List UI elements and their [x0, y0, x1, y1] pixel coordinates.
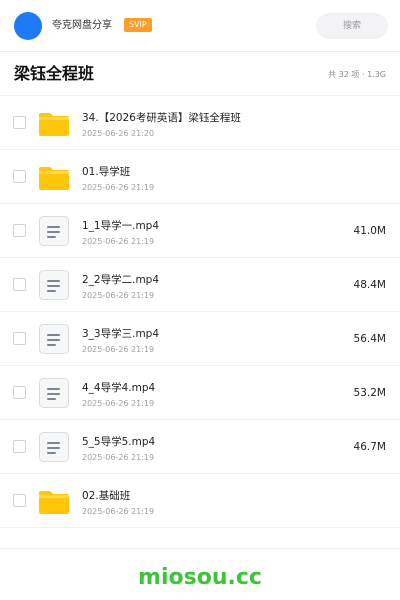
file-size: 41.0M	[353, 225, 386, 237]
file-row[interactable]: 1_1导学一.mp4 2025-06-26 21:19 41.0M	[0, 204, 400, 258]
file-date: 2025-06-26 21:20	[82, 129, 155, 138]
select-checkbox[interactable]	[13, 224, 26, 237]
file-name: 34.【2026考研英语】梁钰全程班	[82, 112, 241, 124]
folder-icon	[38, 108, 70, 138]
file-date: 2025-06-26 21:19	[82, 345, 155, 354]
video-file-icon	[38, 270, 70, 300]
select-checkbox[interactable]	[13, 116, 26, 129]
file-row[interactable]: 5_5导学5.mp4 2025-06-26 21:19 46.7M	[0, 420, 400, 474]
video-file-icon	[38, 216, 70, 246]
file-name: 3_3导学三.mp4	[82, 328, 160, 340]
folder-title-bar: 梁钰全程班 共 32 项 · 1.3G	[0, 52, 400, 96]
file-name: 01.导学班	[82, 166, 131, 178]
avatar[interactable]	[14, 12, 42, 40]
search-input[interactable]: 搜索	[316, 13, 388, 39]
select-checkbox[interactable]	[13, 332, 26, 345]
select-checkbox[interactable]	[13, 494, 26, 507]
folder-row[interactable]: 02.基础班 2025-06-26 21:19	[0, 474, 400, 528]
video-file-icon	[38, 378, 70, 408]
select-checkbox[interactable]	[13, 440, 26, 453]
svip-badge: SVIP	[124, 18, 152, 32]
file-date: 2025-06-26 21:19	[82, 237, 155, 246]
watermark: miosou.cc	[138, 565, 262, 590]
file-row[interactable]: 4_4导学4.mp4 2025-06-26 21:19 53.2M	[0, 366, 400, 420]
select-checkbox[interactable]	[13, 278, 26, 291]
file-list: 34.【2026考研英语】梁钰全程班 2025-06-26 21:20 01.导学班…	[0, 96, 400, 528]
file-name: 02.基础班	[82, 490, 131, 502]
file-name: 5_5导学5.mp4	[82, 436, 156, 448]
file-name: 1_1导学一.mp4	[82, 220, 160, 232]
folder-icon	[38, 486, 70, 516]
top-bar: 夸克网盘分享 SVIP 搜索	[0, 0, 400, 52]
video-file-icon	[38, 432, 70, 462]
divider	[0, 548, 400, 549]
select-checkbox[interactable]	[13, 170, 26, 183]
file-row[interactable]: 2_2导学二.mp4 2025-06-26 21:19 48.4M	[0, 258, 400, 312]
page-title: 梁钰全程班	[14, 64, 95, 83]
select-checkbox[interactable]	[13, 386, 26, 399]
folder-icon	[38, 162, 70, 192]
folder-row[interactable]: 34.【2026考研英语】梁钰全程班 2025-06-26 21:20	[0, 96, 400, 150]
file-size: 46.7M	[353, 441, 386, 453]
file-date: 2025-06-26 21:19	[82, 291, 155, 300]
file-name: 2_2导学二.mp4	[82, 274, 160, 286]
file-date: 2025-06-26 21:19	[82, 453, 155, 462]
file-date: 2025-06-26 21:19	[82, 183, 155, 192]
folder-meta: 共 32 项 · 1.3G	[328, 70, 386, 79]
file-size: 56.4M	[353, 333, 386, 345]
video-file-icon	[38, 324, 70, 354]
file-size: 53.2M	[353, 387, 386, 399]
file-name: 4_4导学4.mp4	[82, 382, 156, 394]
file-size: 48.4M	[353, 279, 386, 291]
file-row[interactable]: 3_3导学三.mp4 2025-06-26 21:19 56.4M	[0, 312, 400, 366]
file-date: 2025-06-26 21:19	[82, 507, 155, 516]
sharer-name: 夸克网盘分享	[52, 20, 112, 31]
file-date: 2025-06-26 21:19	[82, 399, 155, 408]
folder-row[interactable]: 01.导学班 2025-06-26 21:19	[0, 150, 400, 204]
